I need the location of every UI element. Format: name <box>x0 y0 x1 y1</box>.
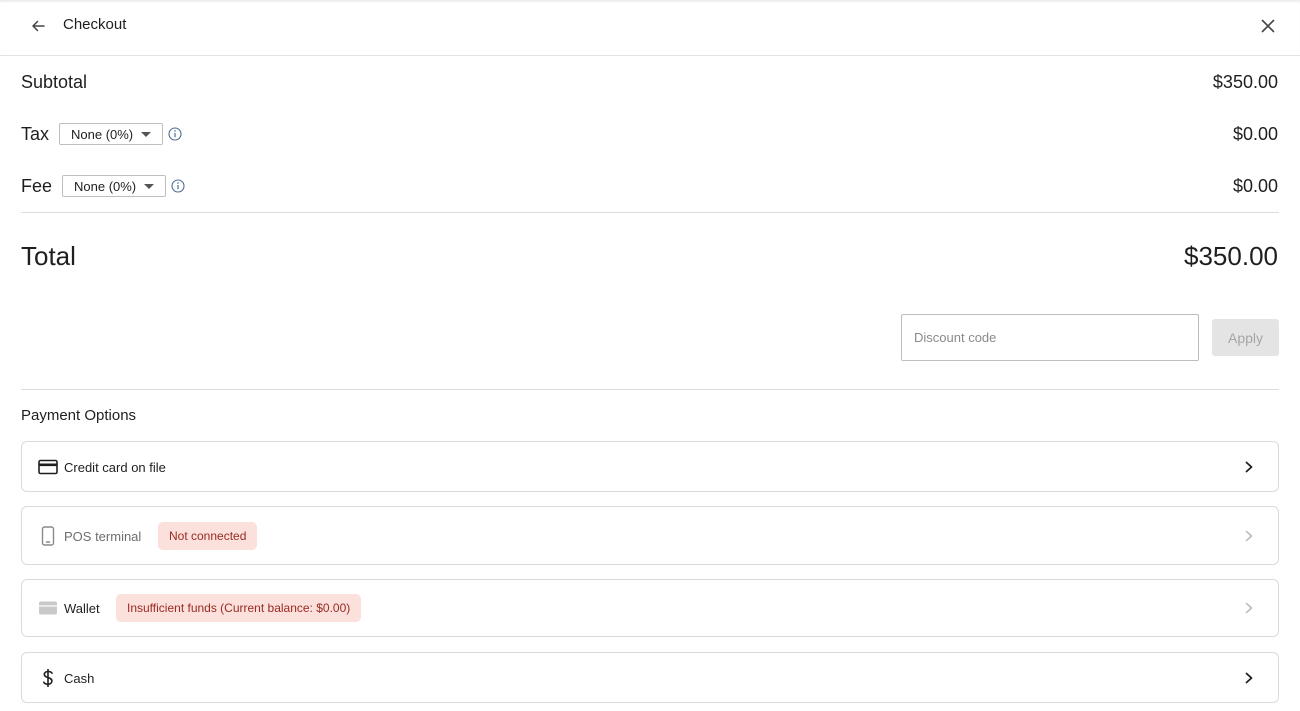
chevron-right-icon <box>1242 460 1256 474</box>
tax-info-icon[interactable] <box>168 127 182 141</box>
discount-code-input[interactable] <box>901 314 1199 361</box>
tax-select[interactable]: None (0%) <box>59 123 163 145</box>
page-title: Checkout <box>63 16 127 33</box>
checkout-header: Checkout <box>0 0 1300 56</box>
fee-select[interactable]: None (0%) <box>62 175 166 197</box>
tax-value: $0.00 <box>1232 124 1278 144</box>
close-button[interactable] <box>1255 13 1281 39</box>
caret-down-icon <box>144 184 154 189</box>
payment-option-label: POS terminal <box>64 529 142 544</box>
total-label: Total <box>21 241 76 271</box>
payment-option-label: Cash <box>64 671 95 686</box>
fee-select-value: None (0%) <box>74 178 137 194</box>
fee-value: $0.00 <box>1232 176 1278 196</box>
payment-option-credit-card[interactable]: Credit card on file <box>21 441 1279 492</box>
close-icon <box>1261 19 1275 33</box>
caret-down-icon <box>141 132 151 137</box>
payment-option-label: Wallet <box>64 601 100 616</box>
subtotal-value: $350.00 <box>1212 72 1278 92</box>
payment-option-label: Credit card on file <box>64 460 166 475</box>
wallet-icon <box>37 597 59 619</box>
total-value: $350.00 <box>1184 241 1278 271</box>
back-button[interactable] <box>25 13 51 39</box>
dollar-icon <box>37 667 59 689</box>
fee-label: Fee <box>21 176 53 196</box>
status-badge: Insufficient funds (Current balance: $0.… <box>116 594 362 622</box>
chevron-right-icon <box>1242 601 1256 615</box>
chevron-right-icon <box>1242 529 1256 543</box>
payment-option-wallet[interactable]: Wallet Insufficient funds (Current balan… <box>21 579 1279 637</box>
chevron-right-icon <box>1242 671 1256 685</box>
mobile-device-icon <box>37 525 59 547</box>
tax-select-value: None (0%) <box>71 126 134 142</box>
tax-label: Tax <box>21 124 50 144</box>
payment-option-cash[interactable]: Cash <box>21 652 1279 703</box>
apply-button[interactable]: Apply <box>1212 319 1279 356</box>
payment-options-title: Payment Options <box>21 407 137 424</box>
subtotal-label: Subtotal <box>21 72 88 92</box>
credit-card-icon <box>37 456 59 478</box>
fee-info-icon[interactable] <box>171 179 185 193</box>
status-badge: Not connected <box>158 522 258 550</box>
divider <box>21 389 1279 390</box>
divider <box>21 212 1279 213</box>
arrow-left-icon <box>32 20 45 32</box>
payment-option-pos-terminal[interactable]: POS terminal Not connected <box>21 506 1279 565</box>
